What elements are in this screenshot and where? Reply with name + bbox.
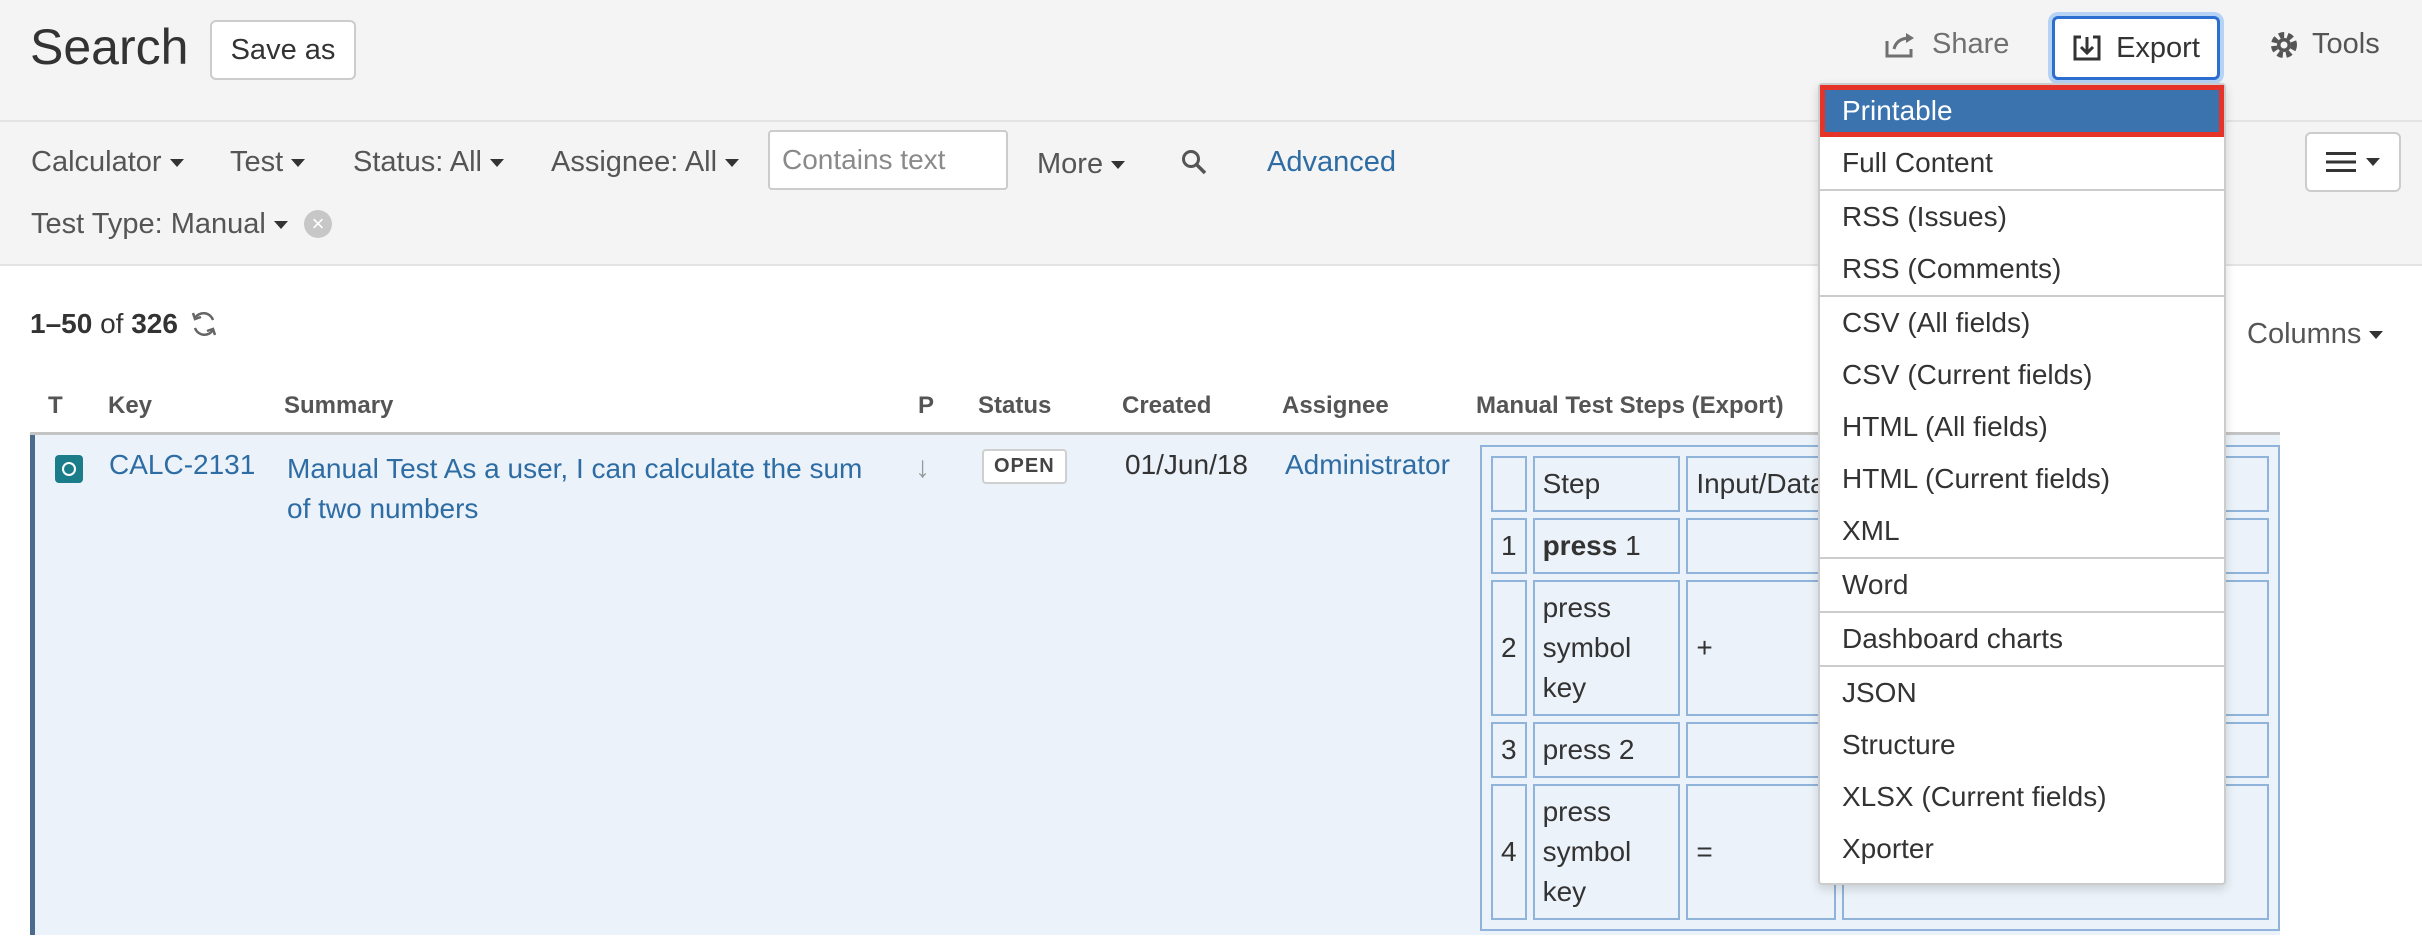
arrow-down-icon: ↓	[915, 451, 930, 484]
search-icon[interactable]	[1180, 148, 1208, 176]
menu-item-xporter[interactable]: Xporter	[1820, 823, 2224, 875]
contains-text-input[interactable]	[768, 130, 1008, 190]
menu-group: Printable Full Content	[1820, 85, 2224, 191]
gear-icon	[2271, 31, 2297, 58]
menu-group: RSS (Issues) RSS (Comments)	[1820, 191, 2224, 297]
column-header-status[interactable]: Status	[978, 392, 1051, 420]
chevron-down-icon	[291, 159, 306, 168]
steps-header-step: Step	[1532, 456, 1681, 512]
column-header-manual-test-steps[interactable]: Manual Test Steps (Export)	[1476, 392, 1784, 420]
chevron-down-icon	[489, 159, 504, 168]
page-title: Search	[30, 19, 189, 75]
refresh-icon[interactable]	[188, 308, 220, 340]
menu-item-rss-comments[interactable]: RSS (Comments)	[1820, 243, 2224, 295]
column-header-created[interactable]: Created	[1122, 392, 1211, 420]
share-label: Share	[1932, 28, 2010, 60]
chevron-down-icon	[169, 159, 184, 168]
test-type-filter-label: Test Type: Manual	[31, 208, 266, 240]
results-total: 326	[131, 308, 178, 339]
status-filter-label: Status: All	[353, 146, 482, 178]
issue-summary-link[interactable]: Manual Test As a user, I can calculate t…	[287, 449, 887, 529]
chevron-down-icon	[2366, 158, 2380, 166]
tools-button[interactable]: Tools	[2268, 28, 2380, 61]
assignee-filter[interactable]: Assignee: All	[551, 146, 740, 179]
menu-item-dashboard-charts[interactable]: Dashboard charts	[1820, 613, 2224, 665]
step-number: 4	[1491, 784, 1527, 920]
menu-item-structure[interactable]: Structure	[1820, 719, 2224, 771]
menu-item-csv-current-fields[interactable]: CSV (Current fields)	[1820, 349, 2224, 401]
step-text: press 2	[1532, 722, 1681, 778]
step-text: press symbol key	[1532, 784, 1681, 920]
export-button[interactable]: Export	[2052, 16, 2220, 80]
save-as-button[interactable]: Save as	[210, 20, 356, 80]
step-data: +	[1686, 580, 1837, 716]
status-badge: OPEN	[982, 449, 1067, 484]
menu-item-html-current-fields[interactable]: HTML (Current fields)	[1820, 453, 2224, 505]
chevron-down-icon	[725, 159, 740, 168]
step-text: press symbol key	[1532, 580, 1681, 716]
columns-label: Columns	[2247, 318, 2362, 350]
step-data	[1686, 722, 1837, 778]
menu-item-printable[interactable]: Printable	[1820, 85, 2224, 137]
export-dropdown-menu: Printable Full Content RSS (Issues) RSS …	[1818, 83, 2226, 885]
menu-item-xml[interactable]: XML	[1820, 505, 2224, 557]
issue-assignee-link[interactable]: Administrator	[1285, 449, 1450, 481]
menu-item-xlsx-current-fields[interactable]: XLSX (Current fields)	[1820, 771, 2224, 823]
step-data: =	[1686, 784, 1837, 920]
hamburger-icon	[2326, 152, 2356, 172]
menu-item-html-all-fields[interactable]: HTML (All fields)	[1820, 401, 2224, 453]
advanced-search-link[interactable]: Advanced	[1267, 146, 1396, 179]
column-header-assignee[interactable]: Assignee	[1282, 392, 1389, 420]
step-text-bold: press	[1542, 530, 1618, 561]
menu-item-rss-issues[interactable]: RSS (Issues)	[1820, 191, 2224, 243]
column-header-type[interactable]: T	[48, 392, 63, 420]
chevron-down-icon	[2369, 331, 2384, 340]
issue-key-link[interactable]: CALC-2131	[109, 449, 255, 481]
export-label: Export	[2116, 31, 2200, 64]
menu-item-json[interactable]: JSON	[1820, 667, 2224, 719]
project-filter[interactable]: Calculator	[31, 146, 184, 179]
menu-item-full-content[interactable]: Full Content	[1820, 137, 2224, 189]
share-button[interactable]: Share	[1884, 28, 2009, 61]
tools-label: Tools	[2312, 28, 2380, 60]
more-filter[interactable]: More	[1037, 148, 1126, 181]
more-filter-label: More	[1037, 148, 1104, 180]
menu-group: Dashboard charts	[1820, 613, 2224, 667]
project-filter-label: Calculator	[31, 146, 162, 178]
step-data	[1686, 518, 1837, 574]
menu-item-word[interactable]: Word	[1820, 559, 2224, 611]
columns-button[interactable]: Columns	[2247, 318, 2384, 351]
column-header-summary[interactable]: Summary	[284, 392, 393, 420]
step-number: 2	[1491, 580, 1527, 716]
column-header-key[interactable]: Key	[108, 392, 152, 420]
menu-item-csv-all-fields[interactable]: CSV (All fields)	[1820, 297, 2224, 349]
menu-group: CSV (All fields) CSV (Current fields) HT…	[1820, 297, 2224, 559]
step-number: 1	[1491, 518, 1527, 574]
test-type-icon	[55, 455, 83, 483]
type-filter-label: Test	[230, 146, 284, 178]
step-text: press 1	[1532, 518, 1681, 574]
clear-filter-icon[interactable]: ×	[304, 210, 332, 238]
chevron-down-icon	[1111, 161, 1126, 170]
chevron-down-icon	[273, 221, 288, 230]
test-type-filter[interactable]: Test Type: Manual	[31, 208, 288, 241]
menu-group: Word	[1820, 559, 2224, 613]
issue-created-date: 01/Jun/18	[1125, 449, 1248, 480]
step-text-rest: 1	[1617, 530, 1641, 561]
view-menu-button[interactable]	[2305, 132, 2401, 192]
menu-group: JSON Structure XLSX (Current fields) Xpo…	[1820, 667, 2224, 875]
share-icon	[1885, 32, 1914, 57]
results-range: 1–50	[30, 308, 93, 339]
type-filter[interactable]: Test	[230, 146, 306, 179]
export-icon	[2073, 35, 2101, 61]
results-count: 1–50 of 326	[30, 308, 178, 340]
steps-header-input: Input/Data	[1686, 456, 1837, 512]
column-header-priority[interactable]: P	[918, 392, 934, 420]
step-number: 3	[1491, 722, 1527, 778]
status-filter[interactable]: Status: All	[353, 146, 504, 179]
assignee-filter-label: Assignee: All	[551, 146, 718, 178]
steps-header-number	[1491, 456, 1527, 512]
results-of: of	[100, 308, 124, 339]
